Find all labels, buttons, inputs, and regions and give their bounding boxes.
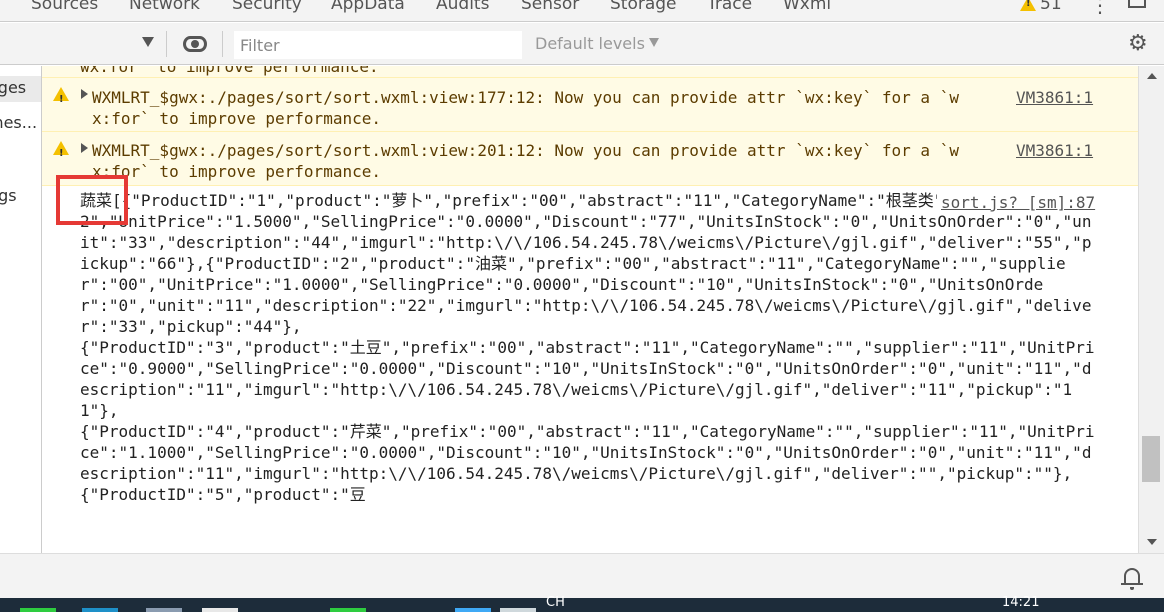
expand-arrow-icon[interactable] bbox=[81, 89, 88, 99]
context-dropdown-arrow-icon[interactable] bbox=[142, 37, 154, 47]
tab-security[interactable]: Security bbox=[232, 0, 302, 14]
toolbar-divider bbox=[166, 31, 167, 57]
console-log-text: 蔬菜[{"ProductID":"1","product":"萝卜","pref… bbox=[80, 191, 1095, 504]
tab-sensor[interactable]: Sensor bbox=[521, 0, 579, 14]
warning-message-text: WXMLRT_$gwx:./pages/sort/sort.wxml:view:… bbox=[92, 88, 959, 128]
taskbar-app-icon[interactable] bbox=[500, 608, 536, 612]
source-link[interactable]: VM3861:1 bbox=[1016, 87, 1093, 108]
console-bottom-bar bbox=[0, 553, 1164, 598]
log-levels-dropdown[interactable]: Default levels bbox=[535, 34, 659, 53]
tab-network[interactable]: Network bbox=[129, 0, 200, 14]
warning-count: 51 bbox=[1040, 0, 1062, 14]
scroll-down-icon[interactable] bbox=[1147, 539, 1157, 545]
tab-wxml[interactable]: Wxml bbox=[783, 0, 831, 14]
taskbar-app-icon[interactable] bbox=[82, 608, 118, 612]
tab-audits[interactable]: Audits bbox=[436, 0, 489, 14]
bell-icon[interactable] bbox=[1121, 568, 1143, 590]
tab-sources[interactable]: Sources bbox=[31, 0, 98, 14]
console-warning: WXMLRT_$gwx:./pages/sort/sort.wxml:view:… bbox=[42, 132, 1138, 186]
source-link[interactable]: sort.js? [sm]:87 bbox=[937, 192, 1096, 213]
red-highlight-box bbox=[56, 175, 128, 225]
warning-message-text: WXMLRT_$gwx:./pages/sort/sort.wxml:view:… bbox=[92, 141, 959, 181]
eye-icon[interactable] bbox=[183, 36, 207, 52]
toolbar-divider bbox=[222, 31, 223, 57]
tab-appdata[interactable]: AppData bbox=[331, 0, 405, 14]
tab-trace[interactable]: Trace bbox=[707, 0, 752, 14]
taskbar-app-icon[interactable] bbox=[330, 608, 366, 612]
console-warning: WXMLRT_$gwx:./pages/sort/sort.wxml:view:… bbox=[42, 78, 1138, 132]
scroll-up-icon[interactable] bbox=[1147, 73, 1157, 79]
warning-icon bbox=[53, 87, 69, 110]
filter-input[interactable] bbox=[234, 31, 522, 59]
console-scrollbar[interactable] bbox=[1138, 66, 1164, 553]
taskbar-clock[interactable]: 14:21 bbox=[1002, 595, 1039, 610]
console-sidebar: ages mes... s ngs e bbox=[0, 66, 42, 553]
scrollbar-thumb[interactable] bbox=[1142, 436, 1160, 482]
chevron-down-icon bbox=[648, 38, 659, 47]
warning-counter[interactable]: 51 bbox=[1020, 0, 1062, 14]
os-taskbar: CH 14:21 bbox=[0, 595, 1164, 612]
warning-message-text: wx:for` to improve performance. bbox=[80, 66, 379, 76]
source-link[interactable]: VM3861:1 bbox=[1016, 140, 1093, 161]
console-toolbar: Default levels ⚙ bbox=[0, 23, 1164, 65]
warning-icon bbox=[1020, 0, 1036, 11]
sidebar-item[interactable]: ngs bbox=[0, 186, 17, 205]
devtools-tab-bar: Sources Network Security AppData Audits … bbox=[0, 0, 1164, 22]
sidebar-item[interactable]: mes... bbox=[0, 113, 37, 132]
sidebar-item[interactable]: ages bbox=[0, 78, 26, 97]
more-options-icon[interactable]: ⋮ bbox=[1090, 0, 1110, 15]
tab-storage[interactable]: Storage bbox=[610, 0, 677, 14]
taskbar-app-icon[interactable] bbox=[455, 608, 491, 612]
log-levels-label: Default levels bbox=[535, 34, 645, 53]
console-messages: wx:for` to improve performance. WXMLRT_$… bbox=[42, 66, 1138, 553]
taskbar-app-icon[interactable] bbox=[202, 608, 238, 612]
taskbar-app-icon[interactable] bbox=[146, 608, 182, 612]
gear-icon[interactable]: ⚙ bbox=[1128, 33, 1148, 55]
warning-icon bbox=[53, 141, 69, 164]
taskbar-language[interactable]: CH bbox=[546, 595, 565, 610]
dock-side-icon[interactable] bbox=[1128, 0, 1146, 8]
expand-arrow-icon[interactable] bbox=[81, 143, 88, 153]
taskbar-app-icon[interactable] bbox=[20, 608, 56, 612]
console-warning-partial: wx:for` to improve performance. bbox=[42, 66, 1138, 78]
